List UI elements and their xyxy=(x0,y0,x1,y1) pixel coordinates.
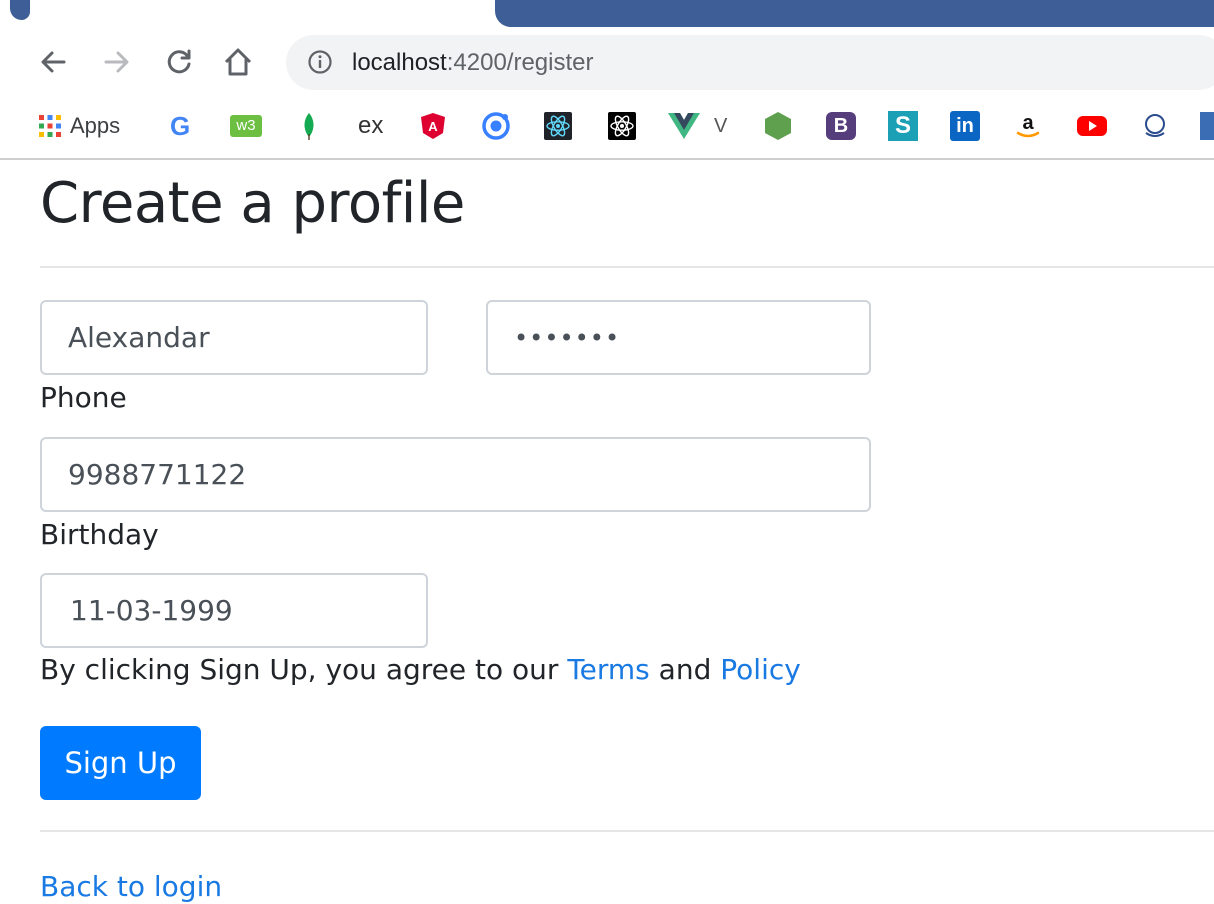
home-button[interactable] xyxy=(218,42,258,82)
google-icon: G xyxy=(170,110,191,141)
bookmark-ionic[interactable] xyxy=(481,110,511,142)
bookmark-apps[interactable]: Apps xyxy=(38,110,120,142)
mongodb-leaf-icon xyxy=(304,113,314,140)
ionic-icon xyxy=(482,112,510,140)
bookmark-bootstrap[interactable]: B xyxy=(826,110,856,142)
password-input[interactable]: ••••••• xyxy=(486,300,871,375)
phone-input-value: 9988771122 xyxy=(68,458,247,491)
bookmark-react-native[interactable] xyxy=(608,110,636,142)
back-button[interactable] xyxy=(33,42,73,82)
bookmark-angular[interactable]: A xyxy=(420,110,446,142)
bookmark-google[interactable]: G xyxy=(170,110,190,142)
bookmark-overflow[interactable] xyxy=(1200,110,1214,142)
birthday-input[interactable]: 11-03-1999 xyxy=(40,573,428,648)
bookmark-amazon[interactable]: a xyxy=(1014,110,1042,142)
title-divider xyxy=(40,266,1214,268)
bookmark-vue[interactable]: V xyxy=(668,110,727,142)
amazon-icon: a xyxy=(1016,112,1040,138)
w3schools-icon: w3 xyxy=(230,115,262,137)
page-title: Create a profile xyxy=(40,171,465,236)
bookmark-linkedin[interactable]: in xyxy=(950,110,980,142)
arrow-left-icon xyxy=(41,51,66,73)
back-to-login-link[interactable]: Back to login xyxy=(40,870,222,903)
angular-letter: A xyxy=(428,119,438,134)
stackblitz-icon: S xyxy=(888,111,918,141)
vue-icon xyxy=(668,113,700,139)
bootstrap-icon: B xyxy=(826,112,856,140)
password-input-value: ••••••• xyxy=(514,323,621,352)
bookmark-youtube[interactable] xyxy=(1076,110,1108,142)
bookmark-partial-icon xyxy=(1200,112,1214,140)
tab-strip-left xyxy=(10,0,30,20)
apps-grid-icon xyxy=(39,115,61,137)
terms-link[interactable]: Terms xyxy=(567,653,649,686)
terms-notice: By clicking Sign Up, you agree to our Te… xyxy=(40,653,801,686)
bookmark-bi[interactable] xyxy=(1140,110,1170,142)
url-text: localhost:4200/register xyxy=(352,49,594,77)
forward-button[interactable] xyxy=(97,42,137,82)
url-path: :4200/register xyxy=(446,49,594,76)
react-native-icon xyxy=(608,112,636,140)
reload-icon xyxy=(167,49,191,74)
sign-up-button[interactable]: Sign Up xyxy=(40,726,201,800)
phone-input[interactable]: 9988771122 xyxy=(40,437,871,512)
policy-link[interactable]: Policy xyxy=(720,653,801,686)
birthday-label: Birthday xyxy=(40,518,159,551)
angular-icon: A xyxy=(421,113,445,139)
url-host: localhost xyxy=(352,49,447,76)
bookmark-apps-label: Apps xyxy=(70,113,121,138)
arrow-right-icon xyxy=(104,51,129,73)
bookmark-express[interactable]: ex xyxy=(358,110,383,142)
bookmark-stackblitz[interactable]: S xyxy=(888,110,918,142)
name-input-value: Alexandar xyxy=(68,321,210,354)
bookmark-react[interactable] xyxy=(544,110,572,142)
linkedin-icon: in xyxy=(950,111,980,141)
bookmark-mongodb[interactable] xyxy=(302,110,316,142)
bookmarks-bar: Apps G w3 ex A V B S in a xyxy=(0,100,1214,152)
nodejs-icon xyxy=(765,112,791,140)
bookmark-w3schools[interactable]: w3 xyxy=(230,110,262,142)
phone-label: Phone xyxy=(40,381,127,414)
bookmark-nodejs[interactable] xyxy=(764,110,792,142)
amazon-letter: a xyxy=(1022,112,1034,134)
tab-strip xyxy=(495,0,1214,27)
and-text: and xyxy=(649,653,721,686)
birthday-input-value: 11-03-1999 xyxy=(70,594,233,627)
bi-icon xyxy=(1145,114,1165,137)
home-icon xyxy=(224,48,252,76)
name-input[interactable]: Alexandar xyxy=(40,300,428,375)
address-bar[interactable]: localhost:4200/register xyxy=(286,35,1214,90)
youtube-icon xyxy=(1077,116,1107,136)
react-icon xyxy=(544,112,572,140)
site-info-icon[interactable] xyxy=(307,49,333,75)
reload-button[interactable] xyxy=(159,42,199,82)
footer-divider xyxy=(40,830,1214,832)
chrome-divider xyxy=(0,158,1214,160)
terms-notice-text: By clicking Sign Up, you agree to our xyxy=(40,653,568,686)
express-icon: ex xyxy=(358,112,384,139)
vue-label: V xyxy=(714,114,728,137)
